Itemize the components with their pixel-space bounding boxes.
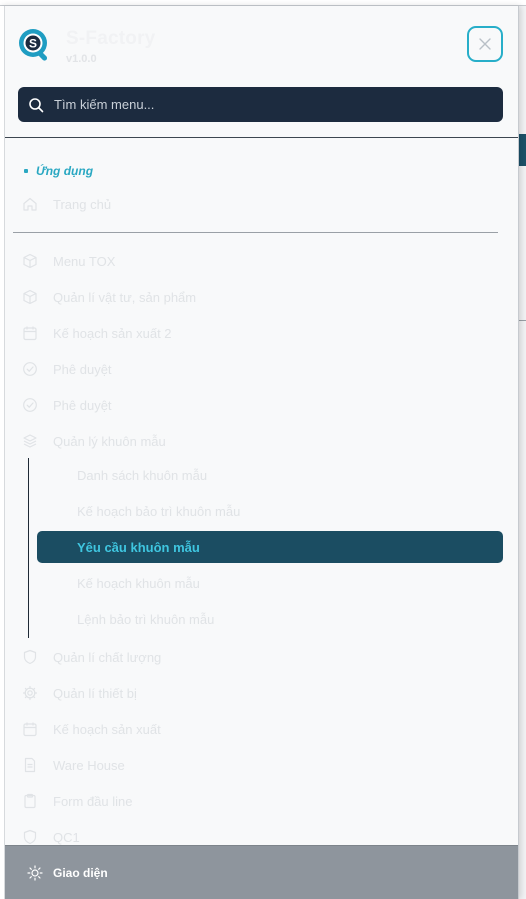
menu-item-approval-2[interactable]: Phê duyệt [22,391,112,419]
clipboard-icon [24,793,36,809]
drawer-header: S S-Factory v1.0.0 [5,6,518,138]
gear-icon [22,685,38,701]
menu-item-label: Form đầu line [53,793,133,809]
search-icon [29,97,44,112]
submenu-item-mold-plan[interactable]: Kế hoạch khuôn mẫu [77,569,200,597]
menu-item-label: Quản lí vật tư, sản phẩm [53,289,197,305]
menu-item-label: Quản lý khuôn mẫu [53,433,166,449]
close-button[interactable] [467,26,503,62]
submenu-item-label: Kế hoạch bảo trì khuôn mẫu [77,503,241,519]
background-divider [518,320,526,321]
menu-item-line-form[interactable]: Form đầu line [22,787,132,815]
menu-item-label: QC1 [53,829,80,845]
submenu-item-mold-maintenance-order[interactable]: Lệnh bảo trì khuôn mẫu [77,605,214,633]
menu-item-label: Quản lí chất lượng [53,649,162,665]
brand-name: S-Factory [66,28,156,49]
shield-icon [23,829,37,845]
submenu-guide-line [28,458,29,638]
menu-item-production-plan[interactable]: Kế hoạch sản xuất [22,715,161,743]
menu-item-label: Ware House [53,757,125,773]
menu-item-tox[interactable]: Menu TOX [22,247,115,275]
section-bullet [24,169,28,173]
cube-icon [23,253,37,269]
submenu-item-label: Lệnh bảo trì khuôn mẫu [77,611,215,627]
submenu-item-mold-maintenance-plan[interactable]: Kế hoạch bảo trì khuôn mẫu [77,497,240,525]
menu-item-label: Kế hoạch sản xuất [53,721,161,737]
layers-icon [23,434,37,448]
cube-icon [23,289,37,305]
sun-icon [27,864,43,881]
navigation-drawer: S S-Factory v1.0.0 Ứng dụng Trang chủ Me… [0,6,519,899]
calendar-icon [23,326,37,341]
menu-divider [13,232,498,233]
document-icon [24,757,36,773]
theme-button[interactable]: Giao diện [5,845,518,899]
background-accent [518,134,526,166]
svg-text:S: S [29,37,37,51]
brand-version: v1.0.0 [66,53,97,65]
menu-item-label: Menu TOX [53,253,116,269]
submenu-item-label: Danh sách khuôn mẫu [77,467,208,483]
section-title-label: Ứng dụng [36,164,94,178]
submenu-item-label: Kế hoạch khuôn mẫu [77,575,200,591]
menu-item-approval[interactable]: Phê duyệt [22,355,112,383]
menu-item-mold-management[interactable]: Quản lý khuôn mẫu [22,427,166,455]
close-icon [479,38,491,50]
check-circle-icon [23,398,37,412]
menu-item-materials[interactable]: Quản lí vật tư, sản phẩm [22,283,196,311]
menu-item-production-plan-2[interactable]: Kế hoạch sản xuất 2 [22,319,172,347]
menu-item-label: Phê duyệt [53,361,112,377]
menu-item-equipment[interactable]: Quản lí thiết bị [22,679,137,707]
search-input[interactable] [54,97,484,112]
home-icon [23,197,37,211]
menu-item-label: Phê duyệt [53,397,112,413]
submenu-item-mold-request[interactable]: Yêu cầu khuôn mẫu [37,531,503,563]
check-circle-icon [23,362,37,376]
search-box[interactable] [18,87,503,122]
drawer-edge [0,6,5,899]
menu-item-label: Trang chủ [53,196,112,212]
menu-item-label: Kế hoạch sản xuất 2 [53,325,172,341]
shield-icon [23,649,37,665]
menu-item-quality[interactable]: Quản lí chất lượng [22,643,161,671]
submenu-item-label: Yêu cầu khuôn mẫu [77,539,200,555]
menu-item-label: Quản lí thiết bị [53,685,137,701]
menu-item-home[interactable]: Trang chủ [22,190,111,218]
brand-logo-icon: S [19,29,48,61]
menu-item-warehouse[interactable]: Ware House [22,751,125,779]
theme-button-label: Giao diện [53,865,108,880]
section-title: Ứng dụng [24,164,93,178]
submenu-item-mold-list[interactable]: Danh sách khuôn mẫu [77,461,207,489]
calendar-icon [23,722,37,737]
